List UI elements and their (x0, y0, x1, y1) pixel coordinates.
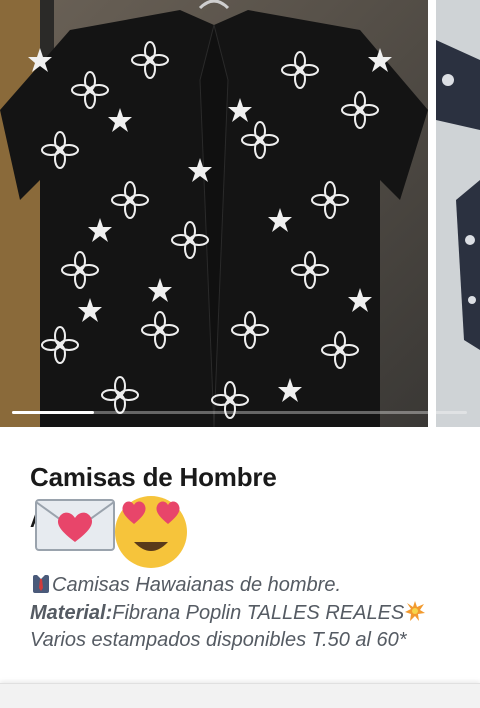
product-image-next[interactable] (436, 0, 480, 427)
material-label: Material: (30, 602, 113, 624)
carousel-progress-fill (12, 411, 94, 414)
hawaiian-shirt-image (0, 0, 428, 427)
shirt-tie-icon (30, 572, 52, 600)
next-shirt-image (436, 0, 480, 427)
heart-eyes-face-icon (115, 496, 187, 568)
love-letter-icon (35, 499, 115, 551)
product-image-main[interactable] (0, 0, 428, 427)
description-rest: Varios estampados disponibles T.50 al 60… (30, 629, 407, 651)
product-title: Camisas de Hombre (30, 462, 277, 492)
collision-icon (404, 600, 426, 628)
material-value: Fibrana Poplin TALLES REALES (112, 602, 405, 624)
product-image-carousel[interactable] (0, 0, 480, 427)
bottom-bar (0, 683, 480, 708)
carousel-progress-bar (12, 411, 467, 414)
price-row: A (30, 492, 230, 568)
product-description: Camisas Hawaianas de hombre. Material:Fi… (30, 572, 450, 652)
carousel-gap (428, 0, 436, 427)
description-line1: Camisas Hawaianas de hombre. (52, 574, 342, 596)
